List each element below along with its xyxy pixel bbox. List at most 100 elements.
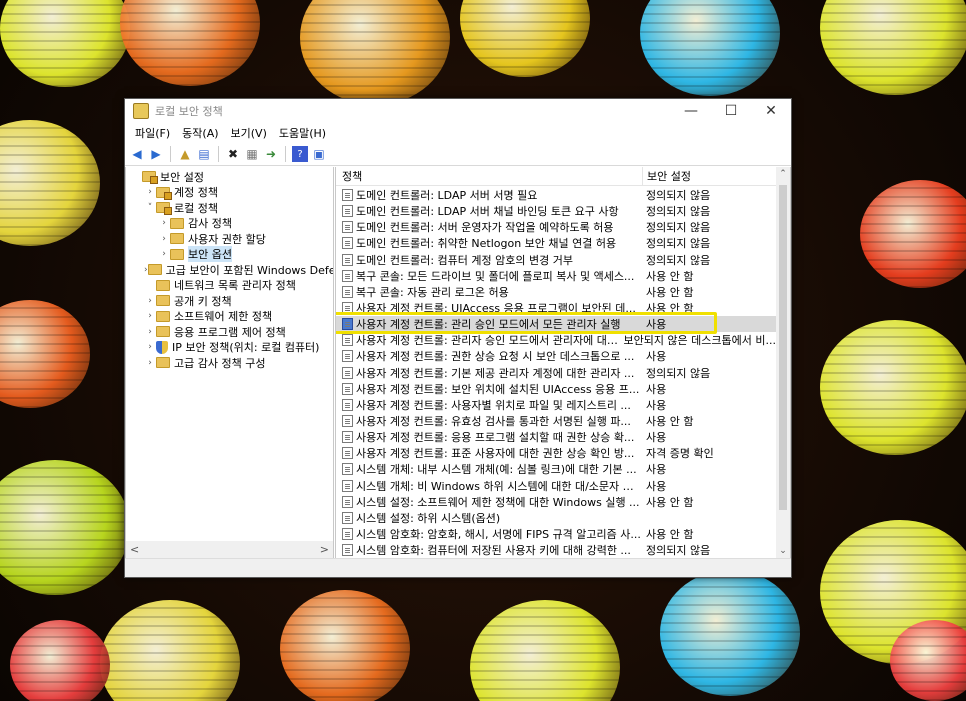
tree-item[interactable]: 보안 설정 (126, 169, 333, 185)
close-icon[interactable]: ✕ (751, 99, 791, 123)
chevron-right-icon[interactable]: › (144, 358, 156, 368)
policy-name: 사용자 계정 컨트롤: 보안 위치에 설치된 UIAccess 응용 프... (356, 382, 640, 396)
list-vertical-scrollbar[interactable]: ⌃ ⌄ (776, 167, 790, 558)
export-icon[interactable]: ➜ (263, 146, 279, 162)
menu-view[interactable]: 보기(V) (227, 125, 271, 141)
policy-name: 사용자 계정 컨트롤: 권한 상승 요청 시 보안 데스크톱으로 ... (356, 350, 635, 364)
policy-row[interactable]: 도메인 컨트롤러: 컴퓨터 계정 암호의 변경 거부 정의되지 않음 (336, 252, 776, 268)
policy-name: 시스템 개체: 비 Windows 하위 시스템에 대한 대/소문자 구... (356, 479, 642, 493)
tree-item[interactable]: › 계정 정책 (126, 185, 333, 201)
tree-item[interactable]: › 응용 프로그램 제어 정책 (126, 324, 333, 340)
policy-row[interactable]: 사용자 계정 컨트롤: 권한 상승 요청 시 보안 데스크톱으로 ... 사용 (336, 348, 776, 364)
lantern-decoration (470, 600, 620, 701)
policy-row[interactable]: 시스템 개체: 내부 시스템 개체(예: 심볼 링크)에 대한 기본 ... 사용 (336, 461, 776, 477)
back-icon[interactable]: ◀ (129, 146, 145, 162)
lantern-decoration (0, 460, 130, 595)
policy-icon (342, 431, 353, 444)
chevron-right-icon[interactable]: › (144, 311, 156, 321)
chevron-right-icon[interactable]: › (158, 218, 170, 228)
tree-item[interactable]: ˅ 로컬 정책 (126, 200, 333, 216)
policy-name: 사용자 계정 컨트롤: 응용 프로그램 설치할 때 권한 상승 확... (356, 431, 635, 445)
policy-row[interactable]: 복구 콘솔: 자동 관리 로그온 허용 사용 안 함 (336, 284, 776, 300)
chevron-right-icon[interactable]: › (158, 234, 170, 244)
title-bar[interactable]: 로컬 보안 정책 — ☐ ✕ (125, 99, 791, 123)
delete-icon[interactable]: ✖ (225, 146, 241, 162)
policy-name: 도메인 컨트롤러: 서버 운영자가 작업을 예약하도록 허용 (356, 221, 614, 235)
chevron-right-icon[interactable]: › (144, 187, 156, 197)
policy-row[interactable]: 복구 콘솔: 모든 드라이브 및 폴더에 플로피 복사 및 액세스... 사용 안… (336, 268, 776, 284)
tree-item-label: 보안 설정 (160, 170, 204, 184)
tree-item[interactable]: › 공개 키 정책 (126, 293, 333, 309)
chevron-right-icon[interactable]: › (158, 249, 170, 259)
policy-row[interactable]: 도메인 컨트롤러: LDAP 서버 채널 바인딩 토큰 요구 사항 정의되지 않음 (336, 203, 776, 219)
policy-name: 시스템 개체: 내부 시스템 개체(예: 심볼 링크)에 대한 기본 ... (356, 463, 637, 477)
menu-file[interactable]: 파일(F) (131, 125, 174, 141)
policy-row[interactable]: 사용자 계정 컨트롤: 사용자별 위치로 파일 및 레지스트리 ... 사용 (336, 397, 776, 413)
maximize-icon[interactable]: ☐ (711, 99, 751, 123)
lantern-decoration (860, 180, 966, 288)
chevron-right-icon[interactable]: › (144, 327, 156, 337)
policy-row[interactable]: 사용자 계정 컨트롤: 응용 프로그램 설치할 때 권한 상승 확... 사용 (336, 429, 776, 445)
policy-row[interactable]: 사용자 계정 컨트롤: 관리 승인 모드에서 모든 관리자 실행 사용 (336, 316, 776, 333)
security-setting-value: 정의되지 않음 (646, 237, 711, 251)
minimize-icon[interactable]: — (671, 99, 711, 123)
tree-item[interactable]: › 감사 정책 (126, 216, 333, 232)
policy-row[interactable]: 사용자 계정 컨트롤: 기본 제공 관리자 계정에 대한 관리자 ... 정의되지… (336, 365, 776, 381)
tree-item[interactable]: › 소프트웨어 제한 정책 (126, 309, 333, 325)
folder-icon (142, 171, 158, 185)
security-setting-value: 정의되지 않음 (646, 366, 711, 380)
policy-row[interactable]: 도메인 컨트롤러: 서버 운영자가 작업을 예약하도록 허용 정의되지 않음 (336, 219, 776, 235)
policy-row[interactable]: 사용자 계정 컨트롤: 보안 위치에 설치된 UIAccess 응용 프... 사… (336, 381, 776, 397)
policy-icon (342, 511, 353, 524)
folder-icon (147, 264, 162, 276)
policy-row[interactable]: 도메인 컨트롤러: 취약한 Netlogon 보안 채널 연결 허용 정의되지 않… (336, 235, 776, 251)
policy-rows: 도메인 컨트롤러: LDAP 서버 서명 필요 정의되지 않음 도메인 컨트롤러: … (336, 187, 776, 558)
toolbar: ◀ ▶ ▲ ▤ ✖ ▦ ➜ ? ▣ (125, 143, 791, 166)
tree-item[interactable]: 네트워크 목록 관리자 정책 (126, 278, 333, 294)
scroll-down-icon[interactable]: ⌄ (776, 546, 790, 556)
chevron-right-icon[interactable]: › (144, 296, 156, 306)
security-setting-value: 사용 안 함 (646, 415, 694, 429)
tree-item[interactable]: › 보안 옵션 (126, 246, 333, 263)
tree-item[interactable]: › 고급 감사 정책 구성 (126, 355, 333, 371)
policy-row[interactable]: 시스템 개체: 비 Windows 하위 시스템에 대한 대/소문자 구... 사… (336, 478, 776, 494)
scroll-up-icon[interactable]: ⌃ (776, 169, 790, 179)
security-setting-value: 사용 안 함 (646, 269, 694, 283)
scroll-right-icon[interactable]: > (320, 543, 329, 556)
policy-row[interactable]: 시스템 설정: 하위 시스템(옵션) (336, 510, 776, 526)
policy-row[interactable]: 시스템 설정: 소프트웨어 제한 정책에 대한 Windows 실행 ... 사용… (336, 494, 776, 510)
policy-row[interactable]: 시스템 암호화: 암호화, 해시, 서명에 FIPS 규격 알고리즘 사... 사… (336, 526, 776, 542)
policy-row[interactable]: 도메인 컨트롤러: LDAP 서버 서명 필요 정의되지 않음 (336, 187, 776, 203)
tree-item[interactable]: › 사용자 권한 할당 (126, 231, 333, 247)
column-header-setting[interactable]: 보안 설정 (642, 167, 691, 185)
lantern-decoration (100, 600, 240, 701)
chevron-down-icon[interactable]: ˅ (144, 203, 156, 213)
policy-cell: 시스템 설정: 소프트웨어 제한 정책에 대한 Windows 실행 ... (336, 494, 642, 510)
security-setting-value: 사용 (646, 382, 667, 396)
policy-row[interactable]: 사용자 계정 컨트롤: 유효성 검사를 통과한 서명된 실행 파... 사용 안 … (336, 413, 776, 429)
scroll-thumb[interactable] (779, 185, 787, 510)
policy-cell: 도메인 컨트롤러: 서버 운영자가 작업을 예약하도록 허용 (336, 219, 642, 235)
tree-item[interactable]: › 고급 보안이 포함된 Windows Defenc (126, 262, 333, 278)
help-icon[interactable]: ? (292, 146, 308, 162)
policy-icon (342, 366, 353, 379)
properties-icon[interactable]: ▦ (244, 146, 260, 162)
security-setting-value: 사용 안 함 (646, 495, 694, 509)
console-icon[interactable]: ▣ (311, 146, 327, 162)
policy-row[interactable]: 사용자 계정 컨트롤: UIAccess 응용 프로그램이 보안된 데... 사용… (336, 300, 776, 316)
up-folder-icon[interactable]: ▲ (177, 146, 193, 162)
chevron-right-icon[interactable]: › (144, 342, 156, 352)
tree-horizontal-scrollbar[interactable]: < > (126, 541, 333, 558)
security-setting-value: 사용 (646, 350, 667, 364)
policy-name: 도메인 컨트롤러: 취약한 Netlogon 보안 채널 연결 허용 (356, 237, 617, 251)
toolbar-separator (170, 146, 171, 162)
menu-action[interactable]: 동작(A) (178, 125, 222, 141)
scroll-left-icon[interactable]: < (130, 543, 139, 556)
policy-row[interactable]: 사용자 계정 컨트롤: 표준 사용자에 대한 권한 상승 확인 방... 자격 증… (336, 445, 776, 461)
policy-row[interactable]: 시스템 암호화: 컴퓨터에 저장된 사용자 키에 대해 강력한 ... 정의되지 … (336, 542, 776, 558)
forward-icon[interactable]: ▶ (148, 146, 164, 162)
tree-item[interactable]: › IP 보안 정책(위치: 로컬 컴퓨터) (126, 340, 333, 356)
menu-help[interactable]: 도움말(H) (275, 125, 330, 141)
policy-row[interactable]: 사용자 계정 컨트롤: 관리자 승인 모드에서 관리자에 대한... 보안되지 않… (336, 332, 776, 348)
show-hide-tree-icon[interactable]: ▤ (196, 146, 212, 162)
